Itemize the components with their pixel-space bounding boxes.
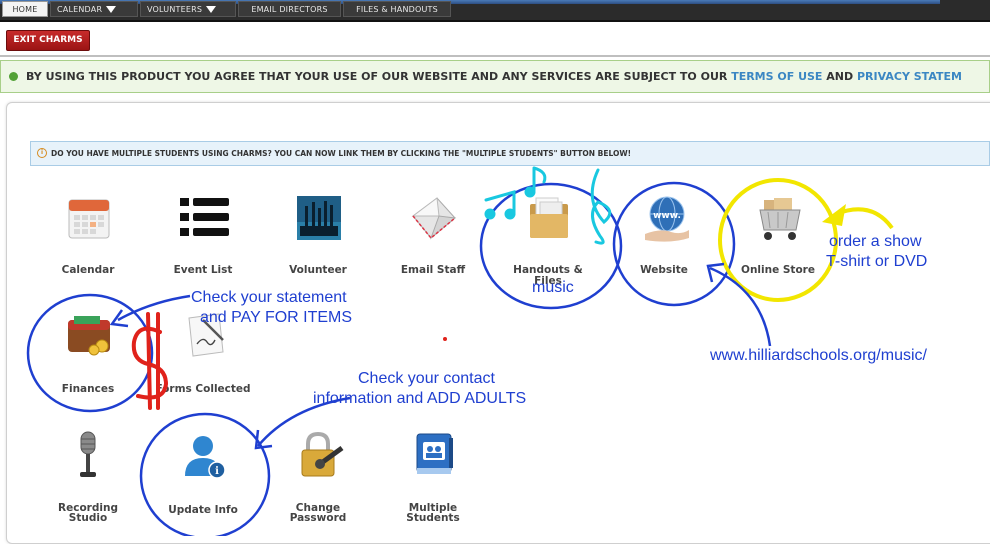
update-info-label: Update Info (168, 504, 238, 516)
envelope-icon (411, 197, 457, 240)
online-store-tile[interactable]: Online Store (728, 192, 828, 282)
change-password-label-line-2: Password (289, 512, 347, 524)
chevron-down-icon[interactable] (106, 6, 117, 13)
tab-calendar[interactable]: CALENDAR (50, 1, 138, 17)
multiple-students-label-line-2: Students (406, 512, 460, 524)
svg-text:i: i (215, 466, 219, 477)
update-info-tile[interactable]: i Update Info (153, 428, 253, 528)
contacts-book-icon (416, 433, 453, 474)
multiple-students-info-bar: i DO YOU HAVE MULTIPLE STUDENTS USING CHA… (30, 141, 990, 166)
divider (0, 55, 990, 57)
terms-notice: BY USING THIS PRODUCT YOU AGREE THAT YOU… (0, 60, 990, 93)
tab-volunteers-label: VOLUNTEERS (147, 5, 203, 14)
raised-hands-icon (297, 196, 341, 240)
microphone-icon (80, 431, 96, 477)
tab-files-handouts[interactable]: FILES & HANDOUTS (343, 1, 451, 17)
forms-collected-label: Forms Collected (155, 383, 251, 395)
statement-annotation-line-1: Check your statement (191, 289, 347, 306)
email-staff-tile[interactable]: Email Staff (383, 192, 483, 282)
terms-and-text: AND (826, 70, 854, 83)
change-password-tile[interactable]: Change Password (268, 428, 368, 528)
online-store-label: Online Store (741, 264, 815, 276)
url-annotation: www.hilliardschools.org/music/ (710, 347, 927, 364)
tab-volunteers[interactable]: VOLUNTEERS (140, 1, 236, 17)
tab-home[interactable]: HOME (2, 1, 48, 17)
privacy-statement-link[interactable]: PRIVACY STATEM (857, 70, 962, 83)
recording-label-line-2: Studio (68, 512, 108, 524)
handouts-files-tile[interactable]: Handouts & Files (498, 192, 598, 287)
store-annotation-line-2: T-shirt or DVD (826, 253, 928, 270)
info-icon: i (37, 148, 47, 158)
svg-text:www.: www. (653, 211, 681, 221)
calendar-icon (68, 199, 110, 239)
padlock-key-icon (301, 431, 344, 477)
website-tile[interactable]: www. Website (614, 192, 714, 282)
tab-calendar-label: CALENDAR (57, 5, 103, 14)
exit-charms-button[interactable]: EXIT CHARMS (6, 30, 90, 51)
user-info-icon: i (185, 436, 226, 479)
folder-icon (530, 197, 568, 238)
finances-label: Finances (61, 383, 115, 395)
list-icon (180, 198, 229, 236)
terms-notice-text: BY USING THIS PRODUCT YOU AGREE THAT YOU… (26, 70, 728, 83)
music-annotation: music (532, 279, 574, 296)
info-bar-text: DO YOU HAVE MULTIPLE STUDENTS USING CHAR… (51, 149, 632, 158)
tab-email-directors[interactable]: EMAIL DIRECTORS (238, 1, 341, 17)
finances-tile[interactable]: Finances (38, 308, 138, 398)
event-list-label: Event List (173, 264, 233, 276)
chevron-down-icon[interactable] (206, 6, 217, 13)
calendar-tile[interactable]: Calendar (38, 192, 138, 282)
email-staff-label: Email Staff (400, 264, 466, 276)
top-nav-bar: HOME CALENDAR VOLUNTEERS EMAIL DIRECTORS… (0, 0, 990, 22)
statement-annotation-line-2: and PAY FOR ITEMS (200, 309, 353, 326)
check-circle-icon (9, 71, 18, 81)
contact-annotation-line-1: Check your contact (358, 370, 495, 387)
terms-of-use-link[interactable]: TERMS OF USE (731, 70, 822, 83)
volunteer-tile[interactable]: Volunteer (268, 192, 368, 282)
shopping-cart-icon (759, 198, 801, 240)
wallet-icon (68, 316, 110, 356)
globe-icon: www. (645, 196, 689, 242)
store-annotation-line-1: order a show (829, 233, 922, 250)
contact-annotation-line-2: information and ADD ADULTS (313, 390, 527, 407)
calendar-label: Calendar (61, 264, 115, 276)
recording-studio-tile[interactable]: Recording Studio (38, 428, 138, 528)
multiple-students-tile[interactable]: Multiple Students (383, 428, 483, 528)
event-list-tile[interactable]: Event List (153, 192, 253, 282)
website-label: Website (640, 264, 688, 276)
volunteer-label: Volunteer (289, 264, 347, 276)
